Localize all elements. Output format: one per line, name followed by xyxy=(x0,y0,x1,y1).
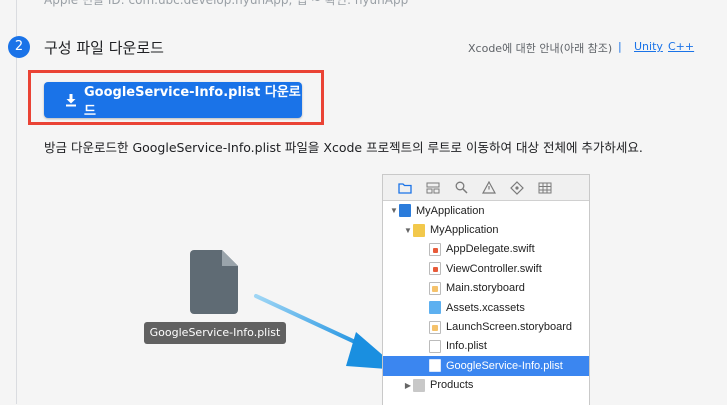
xcode-hint-text: Xcode에 대한 안내(아래 참조) xyxy=(468,42,613,55)
tree-row-label: Assets.xcassets xyxy=(446,301,525,314)
tree-row-label: GoogleService-Info.plist xyxy=(446,359,563,372)
proj-file-icon xyxy=(399,204,411,218)
xcode-project-navigator: ▼ MyApplication ▼ MyApplication AppDelegate.… xyxy=(382,174,590,405)
warning-icon[interactable] xyxy=(481,180,497,196)
plist-sel-file-icon xyxy=(429,359,441,373)
download-icon xyxy=(66,94,76,107)
plist-file-icon xyxy=(190,250,238,314)
disclosure-expanded-icon[interactable]: ▼ xyxy=(389,206,399,215)
swift-file-icon xyxy=(429,242,441,256)
instruction-text: 방금 다운로드한 GoogleService-Info.plist 파일을 Xc… xyxy=(44,140,643,155)
hierarchy-icon[interactable] xyxy=(425,180,441,196)
bundle-id-text: Apple 번들 ID: com.ubc.develop.hyunApp, 앱 … xyxy=(44,0,409,7)
tree-row-label: ViewController.swift xyxy=(446,262,542,275)
tree-row[interactable]: LaunchScreen.storyboard xyxy=(383,317,589,336)
products-file-icon xyxy=(413,378,425,392)
download-config-button[interactable]: GoogleService-Info.plist 다운로드 xyxy=(44,82,302,119)
grid-icon[interactable] xyxy=(537,180,553,196)
tree-row-label: Info.plist xyxy=(446,340,487,353)
tree-row[interactable]: Main.storyboard xyxy=(383,279,589,298)
step-title: 구성 파일 다운로드 xyxy=(44,39,164,57)
tree-row[interactable]: AppDelegate.swift xyxy=(383,240,589,259)
search-icon[interactable] xyxy=(453,180,469,196)
tree-row-label: Products xyxy=(430,379,474,392)
tree-row-label: MyApplication xyxy=(416,204,485,217)
tree-row-label: AppDelegate.swift xyxy=(446,243,535,256)
story-file-icon xyxy=(429,320,441,334)
tree-row[interactable]: Assets.xcassets xyxy=(383,298,589,317)
download-button-label: GoogleService-Info.plist 다운로드 xyxy=(84,85,301,119)
tree-row-label: LaunchScreen.storyboard xyxy=(446,321,572,334)
plist-file-icon xyxy=(429,339,441,353)
swift-file-icon xyxy=(429,262,441,276)
tree-row[interactable]: ▶ Products xyxy=(383,376,589,395)
tree-row[interactable]: GoogleService-Info.plist xyxy=(383,356,589,376)
diamond-icon[interactable] xyxy=(509,180,525,196)
tree-row-label: MyApplication xyxy=(430,224,499,237)
tree-row[interactable]: ▼ MyApplication xyxy=(383,201,589,220)
assets-file-icon xyxy=(429,301,441,315)
link-separator: | xyxy=(618,40,622,53)
tree-row-label: Main.storyboard xyxy=(446,282,525,295)
story-file-icon xyxy=(429,281,441,295)
tree-row[interactable]: ▼ MyApplication xyxy=(383,220,589,239)
unity-link[interactable]: Unity xyxy=(634,40,663,53)
navigator-toolbar xyxy=(383,175,589,201)
file-tree: ▼ MyApplication ▼ MyApplication AppDelegate.… xyxy=(383,201,589,395)
tree-row[interactable]: ViewController.swift xyxy=(383,259,589,278)
step-number-badge: 2 xyxy=(8,36,30,58)
step-rail xyxy=(16,0,17,404)
disclosure-collapsed-icon[interactable]: ▶ xyxy=(403,381,413,390)
folder-file-icon xyxy=(413,223,425,237)
tree-row[interactable]: Info.plist xyxy=(383,337,589,356)
disclosure-expanded-icon[interactable]: ▼ xyxy=(403,226,413,235)
cpp-link[interactable]: C++ xyxy=(668,40,694,53)
folder-icon[interactable] xyxy=(397,180,413,196)
